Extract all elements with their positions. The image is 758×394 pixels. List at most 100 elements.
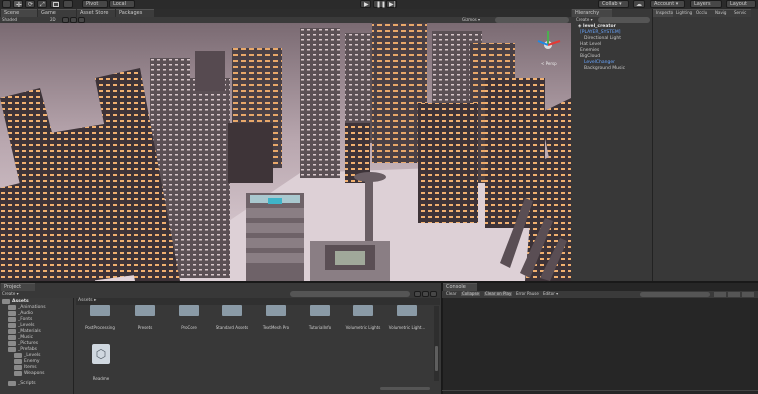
hierarchy-item-player-system[interactable]: [PLAYER_SYSTEM]: [580, 30, 621, 36]
tab-hierarchy[interactable]: Hierarchy: [572, 9, 612, 17]
account-dropdown[interactable]: Account ▾: [650, 0, 685, 8]
folder-icon: [8, 316, 16, 322]
tree-item-prefabs-weapons[interactable]: Weapons: [14, 370, 45, 376]
console-editor-dropdown[interactable]: Editor ▾: [543, 292, 558, 296]
tab-project[interactable]: Project: [1, 283, 35, 291]
console-collapse-button[interactable]: Collapse: [461, 292, 480, 296]
error-count-icon[interactable]: [742, 292, 754, 297]
tab-lighting[interactable]: Lighting: [673, 9, 693, 17]
tab-occlusion[interactable]: Occlu: [693, 9, 712, 17]
hierarchy-item-label: LevelChanger: [584, 60, 615, 65]
project-label: Project: [4, 284, 22, 290]
hierarchy-item-background-music[interactable]: Background Music: [584, 66, 625, 72]
hierarchy-item-directional-light[interactable]: Directional Light: [584, 36, 621, 42]
console-clear-button[interactable]: Clear: [446, 292, 456, 296]
hierarchy-item-levelchanger[interactable]: LevelChanger: [584, 60, 615, 66]
play-button[interactable]: ▶: [360, 0, 371, 8]
hierarchy-item-enemies[interactable]: Enemies: [580, 48, 600, 54]
scrollbar-thumb[interactable]: [435, 346, 438, 371]
tree-item-label: _Music: [18, 334, 34, 340]
hierarchy-item-label: [PLAYER_SYSTEM]: [580, 30, 621, 35]
folder-icon[interactable]: [310, 305, 330, 316]
tab-game[interactable]: Game: [38, 9, 76, 17]
project-create-dropdown[interactable]: Create ▾: [2, 292, 19, 296]
folder-icon[interactable]: [179, 305, 199, 316]
folder-icon[interactable]: [222, 305, 242, 316]
tree-item-label: _Materials: [18, 328, 41, 334]
folder-icon[interactable]: [397, 305, 417, 316]
hierarchy-create-dropdown[interactable]: Create ▾: [576, 18, 593, 22]
project-scrollbar[interactable]: [434, 306, 439, 381]
tab-scene[interactable]: Scene: [1, 9, 37, 17]
tab-services[interactable]: Servic: [731, 9, 751, 17]
pause-button[interactable]: ❚❚: [373, 0, 387, 8]
console-divider: [442, 390, 758, 391]
cloud-button[interactable]: ☁: [633, 0, 645, 8]
project-search-field[interactable]: [290, 291, 410, 297]
assets-breadcrumb[interactable]: Assets ▸: [78, 298, 96, 304]
folder-icon[interactable]: [266, 305, 286, 316]
gizmos-dropdown[interactable]: Gizmos ▾: [462, 18, 480, 22]
unity-logo-icon: ⬡: [92, 344, 110, 364]
folder-icon: [8, 322, 16, 328]
folder-icon[interactable]: [135, 305, 155, 316]
hierarchy-item-hat-level[interactable]: Hat Level: [580, 42, 601, 48]
scene-root-label: level_creator: [583, 24, 616, 29]
folder-icon: [14, 352, 22, 358]
scene-root-item[interactable]: ◈ level_creator: [578, 24, 616, 30]
asset-label-readme: Readme: [92, 376, 110, 381]
console-search-field[interactable]: [640, 292, 710, 297]
pause-icon: ❚❚: [376, 1, 387, 8]
hand-tool-button[interactable]: [2, 0, 11, 8]
console-error-pause-button[interactable]: Error Pause: [516, 292, 539, 296]
tree-item-label: _Prefabs: [18, 346, 37, 352]
readme-asset[interactable]: ⬡: [90, 344, 112, 368]
step-button[interactable]: ▶|: [386, 0, 397, 8]
tab-console[interactable]: Console: [443, 283, 477, 291]
inspector-tab-label: Inspector: [656, 10, 675, 15]
folder-icon: [2, 298, 10, 304]
folder-icon[interactable]: [353, 305, 373, 316]
tab-asset-store[interactable]: Asset Store: [77, 9, 115, 17]
favorites-button[interactable]: [430, 291, 437, 297]
folder-icon[interactable]: [90, 305, 110, 316]
scene-viewport[interactable]: < Persp: [0, 23, 571, 281]
2d-toggle[interactable]: 2D: [50, 18, 56, 22]
pivot-toggle[interactable]: Pivot: [82, 0, 108, 8]
move-tool-button[interactable]: ✛: [13, 0, 23, 9]
scale-tool-button[interactable]: ⤢: [37, 0, 47, 8]
tab-inspector[interactable]: Inspector: [653, 9, 675, 17]
tab-navigation[interactable]: Navig: [712, 9, 731, 17]
folder-icon: [8, 328, 16, 334]
hierarchy-search-field[interactable]: [598, 17, 650, 23]
warning-count-icon[interactable]: [728, 292, 740, 297]
rotate-tool-button[interactable]: ⟳: [25, 0, 35, 8]
collab-dropdown[interactable]: Collab ▾: [598, 0, 629, 8]
filter-by-type-button[interactable]: [414, 291, 421, 297]
folder-icon: [8, 334, 16, 340]
tree-item-label: Weapons: [24, 370, 45, 376]
hierarchy-item-label: Enemies: [580, 48, 600, 53]
asset-store-label: Asset Store: [80, 10, 109, 16]
shading-mode-dropdown[interactable]: Shaded: [2, 18, 17, 22]
asset-label-presets: Presets: [137, 325, 153, 330]
layers-dropdown[interactable]: Layers: [690, 0, 722, 8]
folder-icon: [8, 380, 16, 386]
rect-tool-button[interactable]: [50, 0, 60, 8]
thumbnail-size-slider[interactable]: [380, 387, 430, 390]
hierarchy-item-bigcloud[interactable]: BigCloud: [580, 54, 601, 60]
layout-dropdown[interactable]: Layout: [726, 0, 756, 8]
persp-label[interactable]: < Persp: [541, 61, 557, 66]
tree-item-label: Assets: [12, 298, 29, 304]
folder-icon: [8, 340, 16, 346]
info-count-icon[interactable]: [714, 292, 726, 297]
console-clear-on-play-button[interactable]: Clear on Play: [484, 292, 513, 296]
hierarchy-item-label: BigCloud: [580, 54, 601, 59]
game-label: Game: [41, 10, 56, 16]
filter-by-label-button[interactable]: [422, 291, 429, 297]
tree-item-scripts[interactable]: _Scripts: [8, 380, 36, 386]
services-tab-label: Servic: [734, 10, 747, 15]
tab-packages[interactable]: Packages: [116, 9, 154, 17]
transform-tool-button[interactable]: [63, 0, 73, 8]
local-toggle[interactable]: Local: [109, 0, 135, 8]
